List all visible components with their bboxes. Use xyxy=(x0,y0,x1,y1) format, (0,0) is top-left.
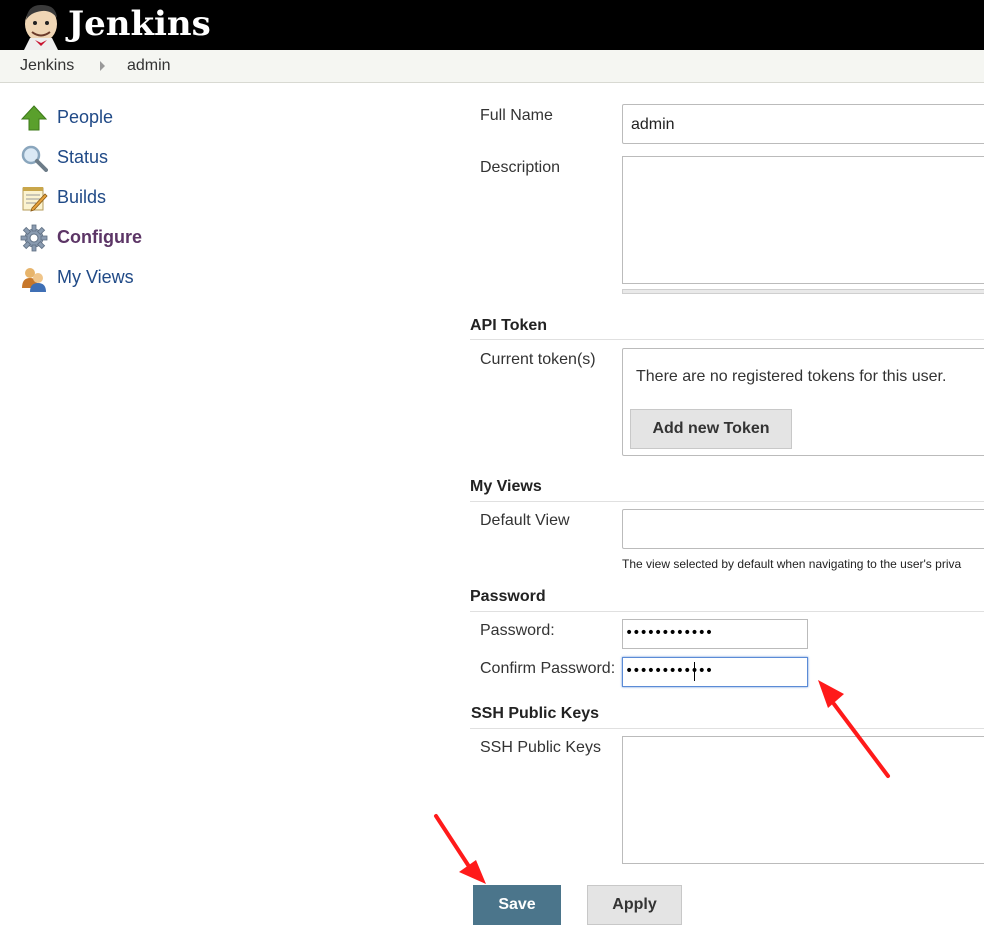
jenkins-logo-icon[interactable] xyxy=(18,2,64,50)
my-views-section-title: My Views xyxy=(470,478,542,495)
confirm-password-value: •••••••••••• xyxy=(625,663,713,679)
description-textarea[interactable] xyxy=(622,156,984,284)
breadcrumb-separator-icon xyxy=(100,61,105,71)
breadcrumb-jenkins[interactable]: Jenkins xyxy=(20,57,74,75)
breadcrumb: Jenkins admin xyxy=(0,50,984,83)
task-people-label: People xyxy=(57,107,114,127)
users-icon xyxy=(22,268,46,292)
api-token-section-title: API Token xyxy=(470,317,548,334)
full-name-label: Full Name xyxy=(480,107,553,124)
brand-title[interactable]: Jenkins xyxy=(68,2,211,46)
text-caret xyxy=(694,662,695,681)
password-section-title: Password xyxy=(470,588,546,605)
textarea-resize-handle[interactable] xyxy=(622,289,984,294)
top-header: Jenkins xyxy=(0,0,984,50)
apply-button[interactable]: Apply xyxy=(587,885,682,925)
confirm-password-input[interactable]: •••••••••••• xyxy=(622,657,808,687)
task-builds-label: Builds xyxy=(57,187,107,207)
annotation-arrow-icon xyxy=(818,680,890,778)
task-my-views[interactable]: My Views xyxy=(20,262,240,292)
password-input[interactable]: •••••••••••• xyxy=(622,619,808,649)
task-my-views-label: My Views xyxy=(57,267,134,287)
default-view-help: The view selected by default when naviga… xyxy=(622,557,962,571)
task-status-label: Status xyxy=(57,147,109,167)
full-name-value: admin xyxy=(631,116,675,133)
confirm-password-label: Confirm Password: xyxy=(480,660,616,677)
password-label: Password: xyxy=(480,622,555,639)
full-name-input[interactable]: admin xyxy=(622,104,984,144)
add-new-token-button[interactable]: Add new Token xyxy=(630,409,792,449)
up-arrow-icon xyxy=(20,105,48,131)
breadcrumb-admin[interactable]: admin xyxy=(127,57,171,75)
task-status[interactable]: Status xyxy=(20,142,240,172)
current-tokens-label: Current token(s) xyxy=(480,351,596,368)
default-view-input[interactable] xyxy=(622,509,984,549)
ssh-section-title: SSH Public Keys xyxy=(471,705,600,722)
divider xyxy=(470,501,984,502)
task-configure-label: Configure xyxy=(57,227,142,247)
default-view-label: Default View xyxy=(480,512,570,529)
divider xyxy=(470,339,984,340)
gear-icon xyxy=(20,224,48,252)
ssh-keys-label: SSH Public Keys xyxy=(480,739,601,756)
no-tokens-message: There are no registered tokens for this … xyxy=(636,368,947,385)
task-configure[interactable]: Configure xyxy=(20,222,240,252)
save-button[interactable]: Save xyxy=(473,885,561,925)
task-builds[interactable]: Builds xyxy=(20,182,240,212)
divider xyxy=(470,728,984,729)
magnifier-icon xyxy=(21,145,48,172)
task-people[interactable]: People xyxy=(20,102,240,132)
ssh-keys-textarea[interactable] xyxy=(622,736,984,864)
divider xyxy=(470,611,984,612)
annotation-arrow-icon xyxy=(434,814,486,884)
password-value: •••••••••••• xyxy=(625,625,713,641)
notepad-icon xyxy=(22,187,48,212)
description-label: Description xyxy=(480,159,561,176)
